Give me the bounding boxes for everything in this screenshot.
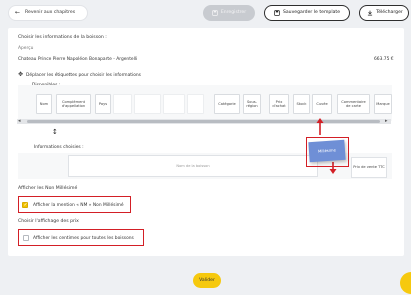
- available-chip-blank-2[interactable]: [134, 94, 161, 114]
- help-fab-button[interactable]: [400, 272, 411, 294]
- available-chip-sous-region[interactable]: Sous-région: [243, 94, 261, 114]
- save-icon: [212, 10, 218, 16]
- back-to-chapters-label: Revenir aux chapitres: [25, 10, 76, 16]
- non-vintage-title: Afficher les Non Millésimé: [18, 186, 78, 191]
- move-icon: ✥: [18, 71, 24, 78]
- available-chip-pays[interactable]: Pays: [95, 94, 111, 114]
- preview-row-price: 663.75 €: [374, 57, 394, 62]
- available-chip-nom[interactable]: Nom: [36, 94, 52, 114]
- available-chip-categorie[interactable]: Catégorie: [214, 94, 240, 114]
- chosen-chip-price-ttc[interactable]: Prix de vente TTC: [351, 157, 387, 178]
- save-button[interactable]: Enregistrer: [203, 5, 255, 21]
- price-display-title: Choisir l'affichage des prix: [18, 219, 79, 224]
- non-vintage-checkbox[interactable]: [22, 202, 28, 208]
- download-icon: [367, 10, 373, 16]
- download-button[interactable]: Télécharger: [359, 5, 409, 21]
- available-chip-marque[interactable]: Marque: [374, 94, 392, 114]
- preview-label: Aperçu: [18, 46, 34, 51]
- back-to-chapters-button[interactable]: ← Revenir aux chapitres: [8, 5, 88, 21]
- choose-info-title: Choisir les informations de la boisson :: [18, 35, 107, 40]
- price-cents-checkbox[interactable]: [23, 235, 29, 241]
- save-icon: [274, 10, 280, 16]
- drag-hint: ✥ Déplacer les étiquettes pour choisir le…: [18, 71, 141, 78]
- available-chip-blank-1[interactable]: [113, 94, 132, 114]
- scroll-left-icon[interactable]: ◂: [18, 118, 21, 124]
- download-label: Télécharger: [376, 10, 403, 16]
- available-chip-complement-appellation[interactable]: Complément d'appellation: [56, 94, 91, 114]
- available-chip-commentaire-carte[interactable]: Commentaire de carte: [337, 94, 370, 114]
- resize-cursor-icon: ↕: [52, 128, 58, 136]
- save-template-button[interactable]: Sauvegarder le template: [264, 5, 350, 21]
- validate-button[interactable]: Valider: [193, 273, 221, 288]
- drag-hint-label: Déplacer les étiquettes pour choisir les…: [26, 73, 141, 78]
- chosen-label: Informations choisies :: [34, 145, 84, 150]
- available-chip-blank-4[interactable]: [187, 94, 204, 114]
- available-chip-prix-achat[interactable]: Prix d'achat: [269, 94, 289, 114]
- available-chip-blank-3[interactable]: [163, 94, 185, 114]
- dragging-chip-millesime[interactable]: Millésime: [308, 139, 346, 163]
- preview-row-name: Chateau Prince Pierre Napoléon Bonaparte…: [18, 57, 138, 62]
- available-chip-stock[interactable]: Stock: [293, 94, 310, 114]
- save-template-label: Sauvegarder le template: [282, 10, 341, 16]
- save-label: Enregistrer: [220, 10, 247, 16]
- non-vintage-checkbox-label: Afficher la mention « NM » Non Millésimé: [33, 203, 124, 208]
- price-cents-checkbox-label: Afficher les centimes pour toutes les bo…: [33, 236, 134, 241]
- scroll-right-icon[interactable]: ▸: [385, 118, 388, 124]
- drop-zone-drink-name[interactable]: Nom de la boisson: [68, 155, 318, 177]
- available-chip-cuvee[interactable]: Cuvée: [312, 94, 332, 114]
- arrow-left-icon: ←: [15, 9, 21, 17]
